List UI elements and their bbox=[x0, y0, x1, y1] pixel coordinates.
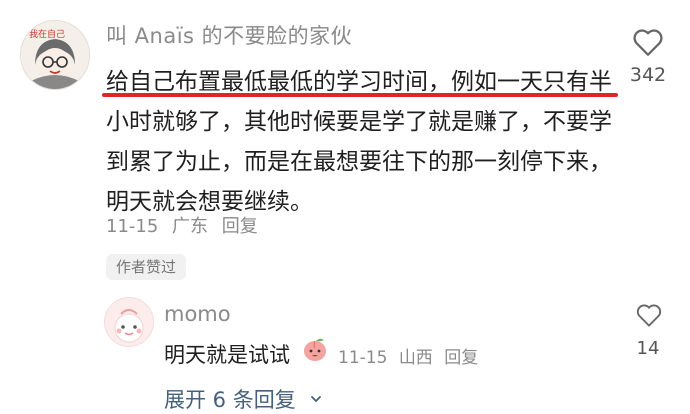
avatar-caption: 我在自己 bbox=[29, 30, 66, 40]
reply-like-count: 14 bbox=[636, 338, 660, 359]
reply-avatar[interactable] bbox=[104, 297, 154, 347]
chevron-down-icon bbox=[311, 396, 322, 402]
avatar-illustration bbox=[105, 298, 153, 346]
comment-date: 11-15 bbox=[106, 216, 159, 237]
comment-text: 给自己布置最低最低的学习时间，例如一天只有半小时就够了，其他时候要是学了就是赚了… bbox=[106, 69, 612, 215]
heart-outline-icon bbox=[636, 304, 662, 327]
comment-username[interactable]: 叫 Anaïs 的不要脸的家伙 bbox=[106, 20, 352, 50]
comment-like-button[interactable] bbox=[630, 24, 666, 60]
expand-replies-button[interactable]: 展开 6 条回复 bbox=[164, 384, 322, 414]
reply-location: 山西 bbox=[398, 348, 433, 368]
comment-like-count: 342 bbox=[629, 64, 667, 86]
peach-emoji-icon bbox=[300, 334, 330, 364]
reply-like-button[interactable] bbox=[634, 300, 664, 330]
comment-avatar[interactable]: 我在自己 bbox=[20, 20, 90, 90]
reply-date: 11-15 bbox=[338, 348, 388, 368]
heart-outline-icon bbox=[633, 29, 663, 56]
comment-location: 广东 bbox=[172, 216, 209, 237]
reply-meta: 11-15 山西 回复 bbox=[338, 343, 484, 368]
reply-username[interactable]: momo bbox=[164, 302, 231, 326]
reply-reply-button[interactable]: 回复 bbox=[444, 348, 478, 368]
comment-meta: 11-15 广东 回复 bbox=[106, 212, 266, 238]
author-liked-badge: 作者赞过 bbox=[106, 254, 187, 280]
comment-reply-button[interactable]: 回复 bbox=[222, 216, 258, 237]
reply-text: 明天就是试试 bbox=[164, 343, 290, 367]
expand-replies-label: 展开 6 条回复 bbox=[164, 388, 296, 412]
